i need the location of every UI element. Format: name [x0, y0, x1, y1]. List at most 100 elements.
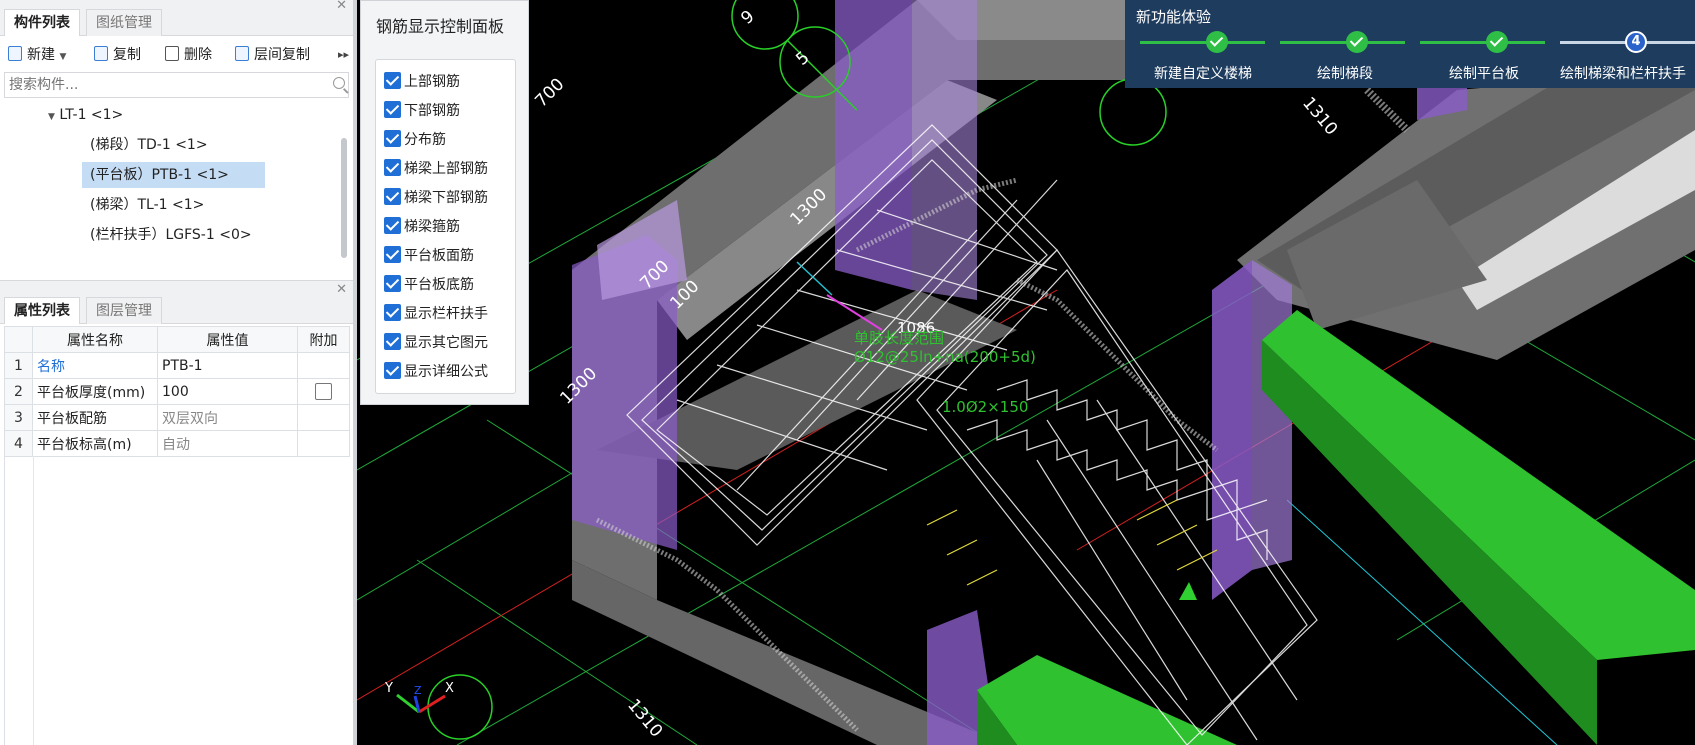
prop-name: 名称 [32, 352, 158, 379]
extra-checkbox[interactable] [315, 383, 332, 400]
step-done-icon[interactable] [1206, 31, 1228, 53]
checkbox-checked[interactable] [384, 246, 401, 263]
dim-1310-bottom: 1310 [623, 695, 666, 741]
step-label-3[interactable]: 绘制平台板 [1449, 63, 1519, 83]
tab-property-list[interactable]: 属性列表 [4, 297, 80, 324]
floor-copy-icon [235, 46, 249, 61]
trash-icon [165, 46, 179, 61]
row-num: 1 [4, 352, 33, 379]
axis-z-label: Z [414, 684, 422, 697]
prop-value[interactable]: 100 [157, 378, 298, 405]
tree-item-lt1[interactable]: ▼ LT-1 <1> [40, 102, 131, 128]
header-name: 属性名称 [32, 326, 158, 353]
rebar-options-box: 上部钢筋 下部钢筋 分布筋 梯梁上部钢筋 梯梁下部钢筋 梯梁箍筋 平台板面筋 平… [375, 59, 516, 394]
search-input[interactable] [4, 72, 349, 98]
row-num: 3 [4, 404, 33, 431]
checkbox-checked[interactable] [384, 72, 401, 89]
row-num: 4 [4, 430, 33, 457]
tree-item-lgfs1[interactable]: (栏杆扶手）LGFS-1 <0> [82, 222, 260, 248]
option-show-other[interactable]: 显示其它图元 [384, 332, 488, 354]
option-top-rebar[interactable]: 上部钢筋 [384, 71, 460, 93]
expand-icon[interactable]: ▼ [48, 112, 55, 122]
annotation-3: 1.0Ø2×150 [942, 398, 1028, 416]
tree-item-td1[interactable]: (梯段）TD-1 <1> [82, 132, 216, 158]
option-beam-bottom-rebar[interactable]: 梯梁下部钢筋 [384, 187, 488, 209]
tree-item-tl1[interactable]: (梯梁）TL-1 <1> [82, 192, 212, 218]
tree-item-ptb1[interactable]: (平台板）PTB-1 <1> [82, 162, 265, 188]
tab-component-list[interactable]: 构件列表 [4, 9, 80, 36]
axis-label-9: 9 [737, 7, 758, 29]
more-icon[interactable]: ▸▸ [338, 44, 349, 66]
copy-icon [94, 46, 108, 61]
checkbox-checked[interactable] [384, 159, 401, 176]
table-row[interactable]: 3 平台板配筋 双层双向 [4, 404, 350, 431]
step-label-2[interactable]: 绘制梯段 [1317, 63, 1373, 83]
delete-button[interactable]: 删除 [165, 44, 212, 66]
option-show-formula[interactable]: 显示详细公式 [384, 361, 488, 383]
table-row[interactable]: 1 名称 PTB-1 [4, 352, 350, 379]
axis-y-label: Y [384, 681, 393, 696]
checkbox-checked[interactable] [384, 130, 401, 147]
prop-value[interactable]: 双层双向 [157, 404, 298, 431]
prop-name: 平台板配筋 [32, 404, 158, 431]
dim-700-top: 700 [531, 74, 568, 111]
tree-scrollbar[interactable] [341, 138, 347, 258]
option-beam-stirrup[interactable]: 梯梁箍筋 [384, 216, 460, 238]
chevron-down-icon[interactable]: ▼ [59, 52, 66, 62]
floor-copy-button[interactable]: 层间复制 [235, 44, 310, 66]
option-show-railing[interactable]: 显示栏杆扶手 [384, 303, 488, 325]
viewport-canvas[interactable]: 1310 1300 700 700 100 1300 1310 1086 9 5… [357, 0, 1695, 745]
checkbox-checked[interactable] [384, 362, 401, 379]
step-done-icon[interactable] [1346, 31, 1368, 53]
axis-label-5: 5 [792, 48, 813, 70]
prop-value[interactable]: 自动 [157, 430, 298, 457]
left-panel: 构件列表 图纸管理 ✕ 新建 ▼ 复制 删除 层间复制 ▸▸ ▼ LT-1 <1… [0, 0, 357, 745]
tab-drawing-management[interactable]: 图纸管理 [86, 9, 162, 36]
green-beams [977, 310, 1695, 745]
checkbox-checked[interactable] [384, 275, 401, 292]
3d-viewport[interactable]: 1310 1300 700 700 100 1300 1310 1086 9 5… [357, 0, 1695, 745]
component-tree: ▼ LT-1 <1> (梯段）TD-1 <1> (平台板）PTB-1 <1> (… [0, 100, 353, 275]
cyan-short-line [796, 261, 833, 296]
option-beam-top-rebar[interactable]: 梯梁上部钢筋 [384, 158, 488, 180]
close-icon[interactable]: ✕ [336, 283, 347, 296]
guide-title: 新功能体验 [1136, 8, 1212, 26]
step-label-4[interactable]: 绘制梯梁和栏杆扶手 [1560, 63, 1686, 83]
checkbox-checked[interactable] [384, 217, 401, 234]
prop-extra [297, 352, 350, 379]
annotation-1: 单肢长度范围 [854, 329, 944, 347]
step-label-1[interactable]: 新建自定义楼梯 [1154, 63, 1252, 83]
property-tabs: ✕ 属性列表 图层管理 [0, 280, 353, 324]
table-empty-area [4, 456, 350, 745]
option-slab-bottom-rebar[interactable]: 平台板底筋 [384, 274, 474, 296]
checkbox-checked[interactable] [384, 188, 401, 205]
checkbox-checked[interactable] [384, 304, 401, 321]
checkbox-checked[interactable] [384, 333, 401, 350]
new-button[interactable]: 新建 ▼ [8, 44, 66, 66]
new-feature-guide: 新功能体验 4 新建自定义楼梯 绘制梯段 绘制平台板 绘制梯梁和栏杆扶手 [1125, 0, 1695, 88]
header-value: 属性值 [157, 326, 298, 353]
component-toolbar: 新建 ▼ 复制 删除 层间复制 ▸▸ [0, 40, 353, 70]
new-icon [8, 46, 22, 61]
option-slab-top-rebar[interactable]: 平台板面筋 [384, 245, 474, 267]
table-row[interactable]: 2 平台板厚度(mm) 100 [4, 378, 350, 405]
step-current-icon[interactable]: 4 [1625, 31, 1647, 53]
tab-layer-management[interactable]: 图层管理 [86, 297, 162, 324]
checkbox-checked[interactable] [384, 101, 401, 118]
step-done-icon[interactable] [1486, 31, 1508, 53]
axis-gizmo-icon: Y Z X [384, 681, 454, 714]
table-header: 属性名称 属性值 附加 [4, 326, 350, 353]
property-table: 属性名称 属性值 附加 1 名称 PTB-1 2 平台板厚度(mm) 100 3… [4, 326, 350, 457]
row-num: 2 [4, 378, 33, 405]
rebar-panel-title: 钢筋显示控制面板 [376, 17, 505, 36]
search-icon[interactable] [333, 77, 345, 89]
close-icon[interactable]: ✕ [336, 0, 347, 12]
table-row[interactable]: 4 平台板标高(m) 自动 [4, 430, 350, 457]
progress-line [1140, 41, 1265, 44]
copy-button[interactable]: 复制 [94, 44, 141, 66]
option-bottom-rebar[interactable]: 下部钢筋 [384, 100, 460, 122]
prop-value[interactable]: PTB-1 [157, 352, 298, 379]
option-distribution-rebar[interactable]: 分布筋 [384, 129, 446, 151]
axis-x-label: X [445, 681, 454, 696]
prop-extra [297, 404, 350, 431]
